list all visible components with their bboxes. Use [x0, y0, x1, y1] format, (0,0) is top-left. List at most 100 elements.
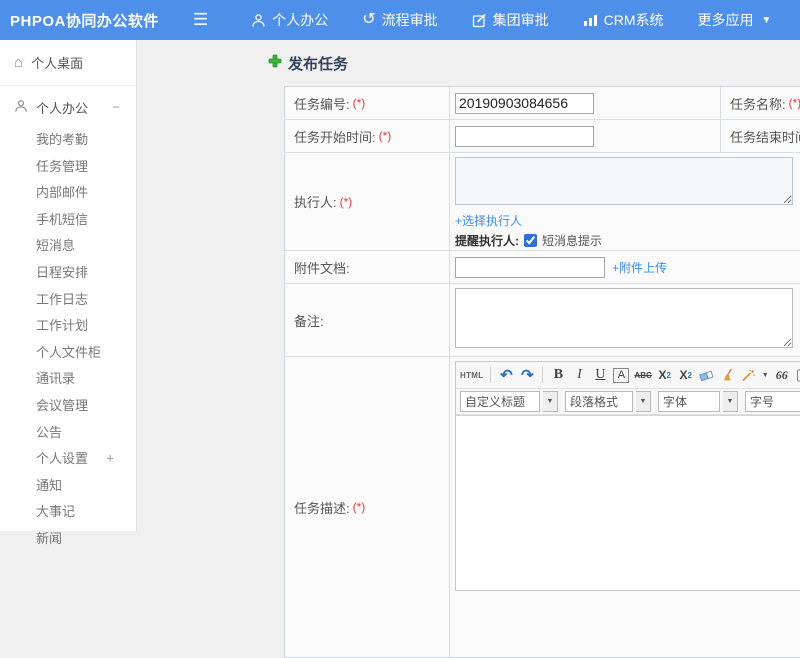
sidebar-item-schedule[interactable]: 日程安排	[0, 260, 136, 287]
italic-button[interactable]: I	[571, 365, 587, 385]
user-icon	[14, 99, 28, 116]
required-mark: (*)	[352, 500, 366, 514]
sidebar-item-news[interactable]: 新闻	[0, 526, 136, 553]
editor-toolbar-2: 自定义标题 ▼ 段落格式 ▼ 字体 ▼ 字号 ▼	[456, 389, 800, 415]
sidebar-item-work-plan[interactable]: 工作计划	[0, 313, 136, 340]
expand-icon[interactable]: +	[106, 452, 114, 467]
chevron-down-icon: ▼	[761, 14, 772, 26]
sidebar-item-short-message[interactable]: 短消息	[0, 233, 136, 260]
executor-label: 执行人: (*)	[285, 153, 450, 250]
sidebar-item-mobile-sms[interactable]: 手机短信	[0, 207, 136, 234]
remark-textarea[interactable]	[455, 288, 793, 348]
page-title-text: 发布任务	[288, 56, 349, 73]
home-icon: ⌂	[14, 54, 24, 71]
executor-textarea[interactable]	[455, 157, 793, 205]
autoformat-wand-icon[interactable]	[741, 365, 757, 385]
sidebar-group-label: 个人办公	[36, 101, 89, 116]
nav-label: 流程审批	[381, 12, 438, 28]
task-number-input[interactable]	[455, 92, 594, 114]
sidebar-item-work-log[interactable]: 工作日志	[0, 287, 136, 314]
html-source-button[interactable]: HTML	[460, 365, 483, 385]
description-label: 任务描述: (*)	[285, 357, 450, 657]
row-remark: 备注:	[285, 284, 800, 357]
editor-content-area[interactable]	[456, 415, 800, 590]
row-task-number: 任务编号: (*) 任务名称: (*)	[285, 87, 800, 120]
font-family-dropdown-caret[interactable]: ▼	[723, 391, 738, 412]
nav-label: 集团审批	[492, 12, 549, 28]
sidebar-item-contacts[interactable]: 通讯录	[0, 366, 136, 393]
font-family-dropdown[interactable]: 字体	[658, 391, 720, 412]
nav-label: 个人办公	[272, 12, 329, 28]
strikethrough-button[interactable]: ABC	[634, 365, 651, 385]
custom-title-dropdown-caret[interactable]: ▼	[543, 391, 558, 412]
bold-button[interactable]: B	[550, 365, 566, 385]
executor-cell: +选择执行人 提醒执行人: 短消息提示	[450, 153, 800, 250]
start-time-input[interactable]	[455, 125, 594, 147]
nav-more-apps[interactable]: 更多应用 ▼	[681, 0, 789, 40]
row-description: 任务描述: (*) HTML ↶ ↷ B I U A ABC X 2 X 2 ▼…	[285, 357, 800, 657]
redo-icon[interactable]: ↷	[519, 365, 535, 385]
sidebar-item-meeting[interactable]: 会议管理	[0, 393, 136, 420]
custom-title-dropdown[interactable]: 自定义标题	[460, 391, 540, 412]
required-mark: (*)	[788, 96, 800, 110]
nav-personal-office[interactable]: 个人办公	[234, 0, 345, 40]
font-size-dropdown[interactable]: 字号	[745, 391, 800, 412]
app-header: PHPOA协同办公软件 ☰ 个人办公 ↺ 流程审批 集团审批 CRM系统 更多应…	[0, 0, 800, 40]
underline-button[interactable]: U	[592, 365, 608, 385]
sidebar-item-internal-mail[interactable]: 内部邮件	[0, 180, 136, 207]
collapse-icon[interactable]: −	[112, 99, 120, 114]
sms-remind-checkbox[interactable]	[524, 234, 537, 247]
paragraph-format-dropdown-caret[interactable]: ▼	[636, 391, 651, 412]
remind-line: 提醒执行人: 短消息提示	[455, 232, 800, 249]
row-attachment: 附件文档: +附件上传	[285, 251, 800, 284]
plus-icon	[268, 54, 282, 73]
sidebar-item-attendance[interactable]: 我的考勤	[0, 127, 136, 154]
end-time-label: 任务结束时间: (*)	[730, 129, 800, 145]
sidebar-item-notice[interactable]: 通知	[0, 473, 136, 500]
paragraph-format-dropdown[interactable]: 段落格式	[565, 391, 633, 412]
user-icon	[251, 13, 266, 28]
row-start-time: 任务开始时间: (*) 任务结束时间: (*)	[285, 120, 800, 153]
attachment-upload-link[interactable]: +附件上传	[612, 259, 667, 276]
bar-chart-icon	[583, 13, 598, 27]
choose-executor-link[interactable]: +选择执行人	[455, 212, 522, 229]
sidebar-item-announcement[interactable]: 公告	[0, 420, 136, 447]
page-title: 发布任务	[268, 53, 348, 74]
rich-text-editor: HTML ↶ ↷ B I U A ABC X2 X2 ▼ 66 自定义标题 ▼ …	[455, 361, 800, 591]
sidebar-item-task-management[interactable]: 任务管理	[0, 154, 136, 181]
font-border-button[interactable]: A	[613, 367, 630, 383]
app-logo: PHPOA协同办公软件	[10, 12, 159, 30]
task-name-label: 任务名称: (*)	[721, 87, 800, 119]
eraser-icon[interactable]	[699, 365, 715, 385]
nav-crm-system[interactable]: CRM系统	[566, 0, 681, 40]
sidebar-item-events[interactable]: 大事记	[0, 499, 136, 526]
paste-text-icon[interactable]: T	[795, 365, 800, 385]
main-content: 发布任务 任务编号: (*) 任务名称: (*) 任务开始时间: (*)	[138, 40, 800, 658]
nav-process-approval[interactable]: ↺ 流程审批	[345, 0, 454, 40]
superscript-button[interactable]: X2	[657, 365, 673, 385]
process-history-icon: ↺	[362, 11, 376, 28]
attachment-label: 附件文档:	[285, 251, 450, 283]
editor-toolbar-1: HTML ↶ ↷ B I U A ABC X2 X2 ▼ 66	[456, 362, 800, 389]
sidebar-item-file-cabinet[interactable]: 个人文件柜	[0, 340, 136, 367]
format-brush-icon[interactable]	[720, 365, 736, 385]
sidebar-item-personal-settings[interactable]: 个人设置 +	[0, 446, 136, 473]
undo-icon[interactable]: ↶	[498, 365, 514, 385]
required-mark: (*)	[352, 96, 366, 110]
nav-group-approval[interactable]: 集团审批	[455, 0, 566, 40]
subscript-button[interactable]: X2	[678, 365, 694, 385]
publish-task-form: 任务编号: (*) 任务名称: (*) 任务开始时间: (*) 任务结束时间:	[284, 86, 800, 658]
task-number-label: 任务编号: (*)	[285, 87, 450, 119]
attachment-input[interactable]	[455, 256, 605, 278]
sidebar: ⌂ 个人桌面 个人办公 − 我的考勤 任务管理 内部邮件 手机短信 短消息 日程…	[0, 40, 137, 546]
sms-remind-label: 短消息提示	[542, 234, 603, 248]
remark-label: 备注:	[285, 284, 450, 356]
sidebar-group-personal-office[interactable]: 个人办公 −	[0, 86, 136, 127]
sidebar-item-desktop[interactable]: ⌂ 个人桌面	[0, 40, 136, 86]
blockquote-button[interactable]: 66	[774, 365, 790, 385]
toolbar-separator	[490, 367, 492, 383]
menu-toggle-icon[interactable]: ☰	[193, 10, 208, 30]
wand-dropdown-caret[interactable]: ▼	[762, 372, 769, 379]
top-nav: 个人办公 ↺ 流程审批 集团审批 CRM系统 更多应用 ▼	[234, 0, 788, 40]
edit-square-icon	[472, 13, 487, 28]
